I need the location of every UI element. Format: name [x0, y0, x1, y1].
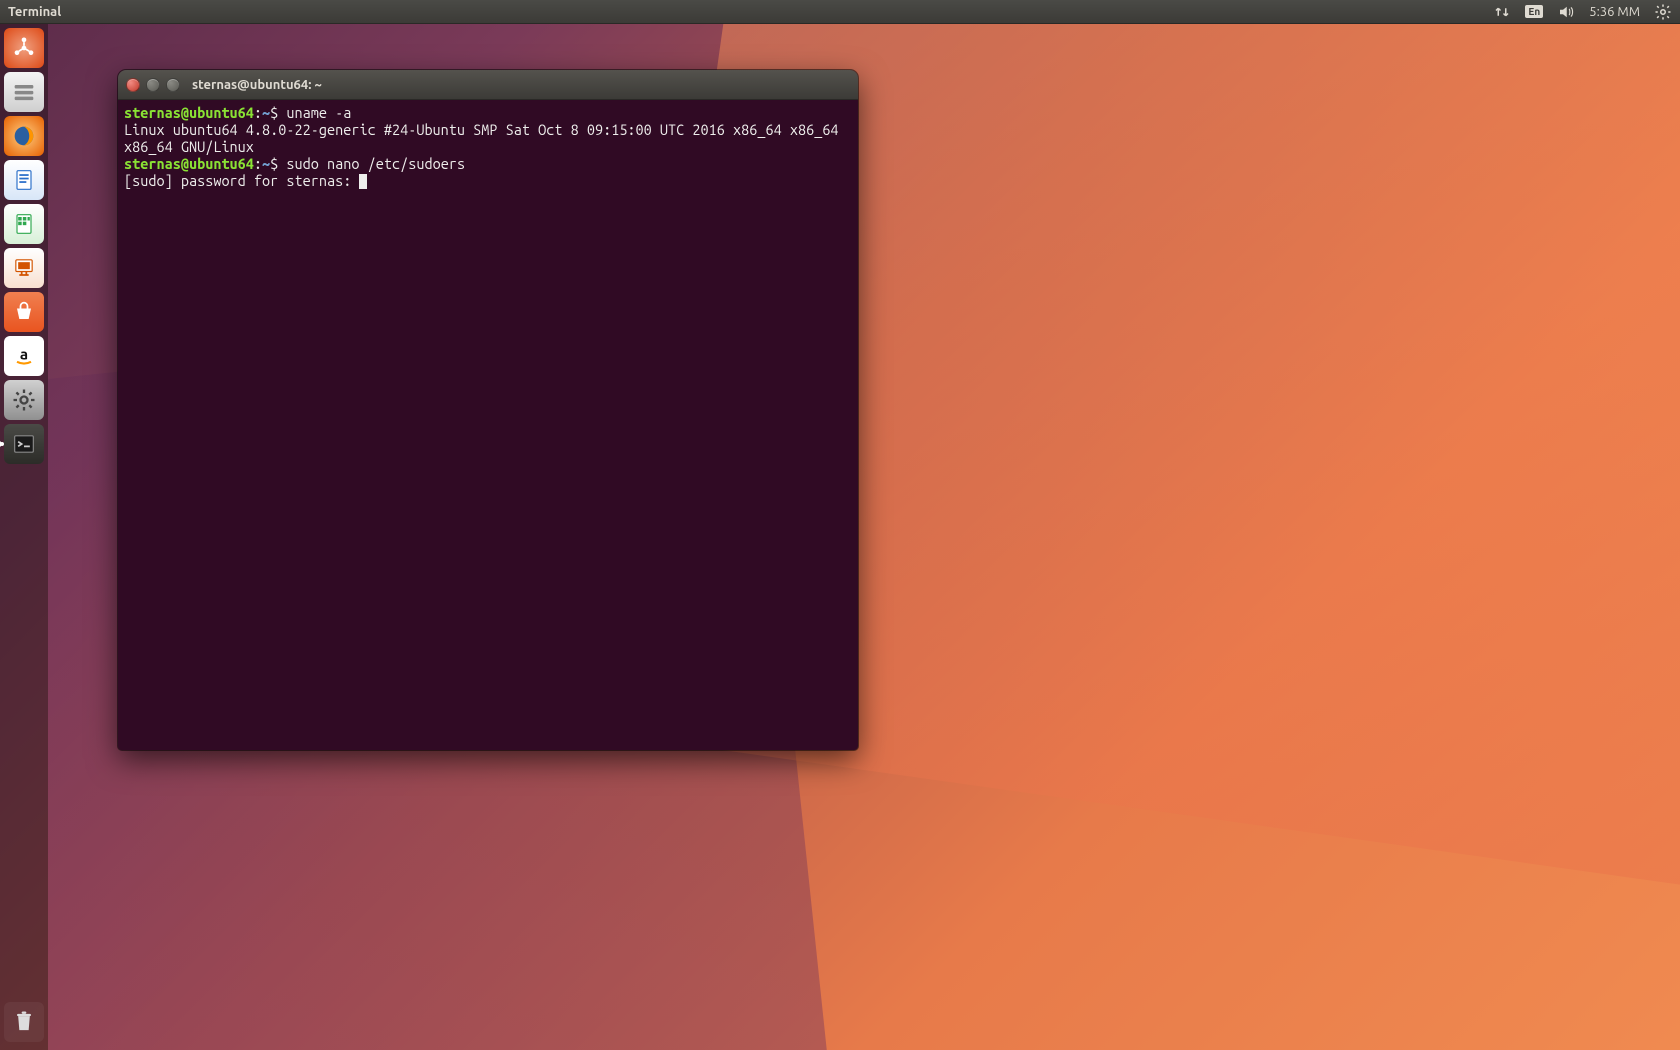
keyboard-language-indicator[interactable]: En [1525, 5, 1543, 18]
launcher-impress[interactable] [4, 248, 44, 288]
terminal-window[interactable]: sternas@ubuntu64: ~ sternas@ubuntu64:~$ … [118, 70, 858, 750]
launcher-firefox[interactable] [4, 116, 44, 156]
active-app-title: Terminal [8, 5, 61, 19]
prompt-path-2: ~ [262, 155, 270, 172]
terminal-command-1: uname -a [286, 104, 351, 121]
launcher-files[interactable] [4, 72, 44, 112]
launcher-calc[interactable] [4, 204, 44, 244]
prompt-user-host: sternas@ubuntu64 [124, 104, 254, 121]
prompt-user-host-2: sternas@ubuntu64 [124, 155, 254, 172]
volume-icon[interactable] [1557, 3, 1575, 21]
launcher-trash[interactable] [4, 1002, 44, 1042]
launcher-settings[interactable] [4, 380, 44, 420]
system-tray: En 5:36 MM [1493, 3, 1672, 21]
window-title: sternas@ubuntu64: ~ [192, 78, 322, 92]
top-panel: Terminal En 5:36 MM [0, 0, 1680, 24]
terminal-command-2: sudo nano /etc/sudoers [286, 155, 465, 172]
unity-launcher: a [0, 24, 48, 1050]
clock[interactable]: 5:36 MM [1589, 5, 1640, 19]
launcher-dash[interactable] [4, 28, 44, 68]
window-close-button[interactable] [126, 78, 140, 92]
svg-text:a: a [20, 346, 28, 363]
prompt-path: ~ [262, 104, 270, 121]
launcher-writer[interactable] [4, 160, 44, 200]
launcher-terminal[interactable] [4, 424, 44, 464]
terminal-output-1: Linux ubuntu64 4.8.0-22-generic #24-Ubun… [124, 121, 847, 155]
window-minimize-button[interactable] [146, 78, 160, 92]
terminal-cursor [359, 174, 367, 189]
launcher-software[interactable] [4, 292, 44, 332]
window-maximize-button[interactable] [166, 78, 180, 92]
window-titlebar[interactable]: sternas@ubuntu64: ~ [118, 70, 858, 100]
terminal-output[interactable]: sternas@ubuntu64:~$ uname -a Linux ubunt… [118, 100, 858, 750]
session-gear-icon[interactable] [1654, 3, 1672, 21]
network-icon[interactable] [1493, 3, 1511, 21]
launcher-amazon[interactable]: a [4, 336, 44, 376]
terminal-output-2: [sudo] password for sternas: [124, 172, 359, 189]
